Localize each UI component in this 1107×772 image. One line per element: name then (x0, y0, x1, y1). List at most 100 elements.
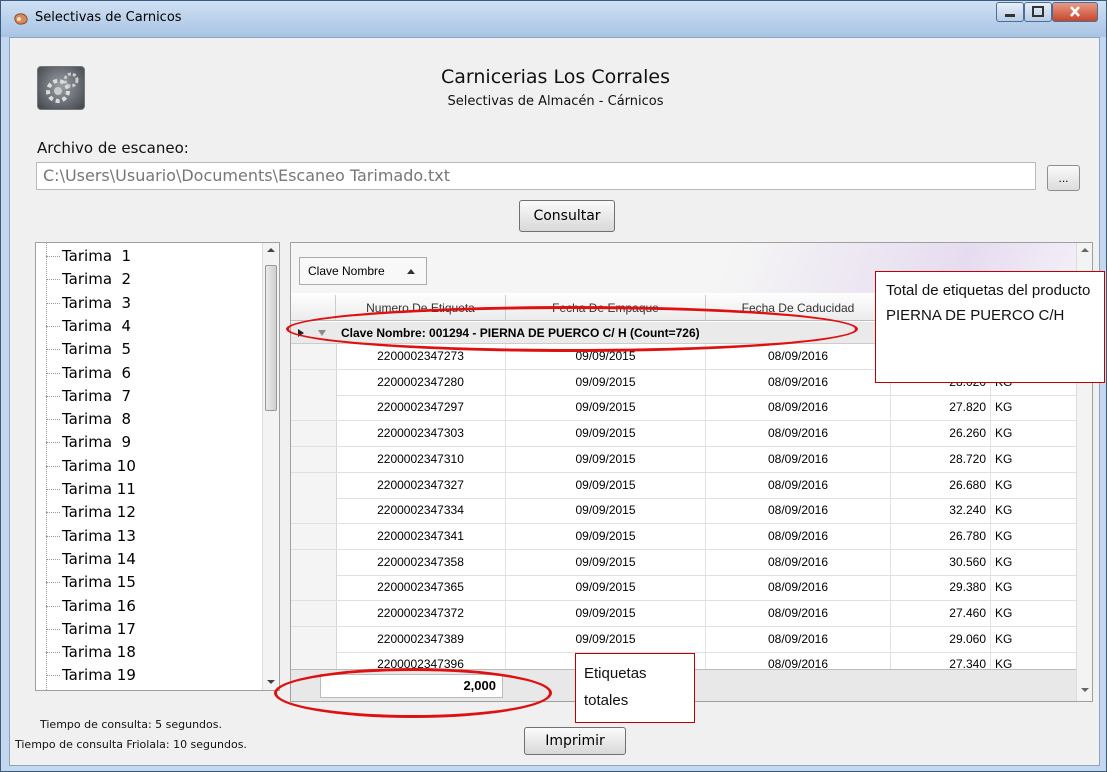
cell-unidad: KG (995, 400, 1013, 415)
status-query-time: Tiempo de consulta: 5 segundos. (40, 718, 222, 731)
tree-connector (46, 325, 60, 327)
cell-empaque: 09/09/2015 (506, 446, 706, 472)
cell-etiqueta: 2200002347389 (336, 626, 506, 652)
tree-item-tarima[interactable]: Tarima 15 (46, 573, 136, 595)
tree-item-tarima[interactable]: Tarima 18 (46, 643, 136, 665)
grid-scroll-up-icon[interactable] (1077, 243, 1093, 257)
tree-item-label: Tarima 18 (62, 643, 136, 662)
tree-scrollbar[interactable] (262, 243, 279, 690)
row-indicator[interactable] (291, 369, 337, 395)
tree-item-tarima[interactable]: Tarima 8 (46, 410, 131, 432)
cell-peso: 26.780 (891, 523, 991, 549)
tree-item-tarima[interactable]: Tarima 14 (46, 550, 136, 572)
cell-etiqueta: 2200002347303 (336, 421, 506, 447)
row-indicator[interactable] (291, 523, 337, 549)
cell-caducidad: 08/09/2016 (706, 498, 891, 524)
cell-caducidad: 08/09/2016 (706, 446, 891, 472)
close-button[interactable] (1052, 2, 1098, 22)
cell-peso: 32.240 (891, 498, 991, 524)
cell-caducidad: 08/09/2016 (706, 575, 891, 601)
tree-item-label: Tarima 5 (62, 340, 132, 359)
table-row[interactable]: 2200002347303 09/09/2015 08/09/2016 26.260 K… (291, 421, 1076, 448)
tree-item-tarima[interactable]: Tarima 5 (46, 340, 131, 362)
cell-peso: 28.720 (891, 446, 991, 472)
minimize-icon (1005, 14, 1015, 17)
table-row[interactable]: 2200002347365 09/09/2015 08/09/2016 29.380 K… (291, 575, 1076, 602)
tree-item-label: Tarima 17 (62, 619, 136, 638)
cell-etiqueta: 2200002347372 (336, 601, 506, 626)
tree-connector (46, 256, 60, 257)
tree-connector (46, 605, 60, 607)
tree-item-tarima[interactable]: Tarima 6 (46, 364, 131, 386)
cell-etiqueta: 2200002347341 (336, 523, 506, 549)
tree-connector (46, 372, 60, 374)
tree-connector (46, 535, 60, 537)
tree-item-label: Tarima 14 (62, 549, 136, 568)
row-indicator[interactable] (291, 395, 337, 421)
title-bar: Selectivas de Carnicos (1, 1, 1106, 37)
row-indicator[interactable] (291, 601, 337, 626)
cell-caducidad: 08/09/2016 (706, 395, 891, 421)
cell-peso: 26.260 (891, 421, 991, 447)
cell-unidad: KG (995, 554, 1013, 569)
tree-item-tarima[interactable]: Tarima 17 (46, 620, 136, 642)
scan-file-path-input[interactable]: C:\Users\Usuario\Documents\Escaneo Tarim… (36, 162, 1036, 190)
close-icon (1070, 6, 1080, 17)
cell-peso: 27.820 (891, 395, 991, 421)
callout-total-line1: Etiquetas (584, 665, 647, 682)
tree-item-tarima[interactable]: Tarima 7 (46, 387, 131, 409)
tree-item-tarima[interactable]: Tarima 16 (46, 597, 136, 619)
print-button[interactable]: Imprimir (524, 727, 626, 755)
pallet-tree: Tarima 1 Tarima 2 Tarima 3 Tarima 4 Tarima 5… (35, 242, 280, 691)
minimize-button[interactable] (996, 2, 1024, 22)
row-indicator[interactable] (291, 498, 337, 524)
maximize-icon (1032, 6, 1044, 17)
page-subtitle: Selectivas de Almacén - Cárnicos (447, 94, 664, 109)
tree-connector (46, 442, 60, 444)
tree-item-tarima[interactable]: Tarima 10 (46, 457, 136, 479)
table-row[interactable]: 2200002347358 09/09/2015 08/09/2016 30.560 K… (291, 549, 1076, 576)
row-indicator[interactable] (291, 344, 337, 369)
browse-button[interactable]: ... (1047, 165, 1080, 191)
cell-peso: 26.680 (891, 472, 991, 498)
tree-item-tarima[interactable]: Tarima 3 (46, 294, 131, 316)
row-indicator[interactable] (291, 472, 337, 498)
table-row[interactable]: 2200002347389 09/09/2015 08/09/2016 29.060 K… (291, 626, 1076, 653)
tree-connector (46, 302, 60, 304)
table-row[interactable]: 2200002347334 09/09/2015 08/09/2016 32.240 K… (291, 498, 1076, 525)
tree-item-tarima[interactable]: Tarima 1 (46, 247, 131, 269)
tree-item-label: Tarima 13 (62, 526, 136, 545)
table-row[interactable]: 2200002347297 09/09/2015 08/09/2016 27.820 K… (291, 395, 1076, 422)
group-chip[interactable]: Clave Nombre (299, 257, 427, 285)
grid-scroll-down-icon[interactable] (1077, 683, 1093, 697)
cell-caducidad: 08/09/2016 (706, 549, 891, 575)
scan-file-label: Archivo de escaneo: (37, 139, 189, 157)
table-row[interactable]: 2200002347310 09/09/2015 08/09/2016 28.720 K… (291, 446, 1076, 473)
consult-button[interactable]: Consultar (519, 200, 615, 232)
table-row[interactable]: 2200002347327 09/09/2015 08/09/2016 26.680 K… (291, 472, 1076, 499)
row-indicator[interactable] (291, 575, 337, 601)
row-indicator[interactable] (291, 549, 337, 575)
cell-unidad: KG (995, 503, 1013, 518)
cell-etiqueta: 2200002347358 (336, 549, 506, 575)
row-indicator[interactable] (291, 446, 337, 472)
tree-connector (46, 349, 60, 351)
cell-unidad: KG (995, 606, 1013, 620)
tree-item-tarima[interactable]: Tarima 12 (46, 503, 136, 525)
meat-icon (14, 13, 28, 25)
row-indicator[interactable] (291, 421, 337, 447)
tree-scroll-thumb[interactable] (265, 265, 277, 411)
maximize-button[interactable] (1024, 2, 1052, 22)
table-row[interactable]: 2200002347372 09/09/2015 08/09/2016 27.460 K… (291, 601, 1076, 627)
tree-item-tarima[interactable]: Tarima 2 (46, 270, 131, 292)
tree-connector (46, 279, 60, 281)
scroll-up-icon[interactable] (263, 243, 279, 257)
cell-etiqueta: 2200002347310 (336, 446, 506, 472)
row-indicator[interactable] (291, 626, 337, 652)
table-row[interactable]: 2200002347341 09/09/2015 08/09/2016 26.780 K… (291, 523, 1076, 550)
tree-item-tarima[interactable]: Tarima 19 (46, 666, 136, 688)
tree-item-tarima[interactable]: Tarima 13 (46, 527, 136, 549)
tree-item-tarima[interactable]: Tarima 4 (46, 317, 131, 339)
tree-item-tarima[interactable]: Tarima 11 (46, 480, 136, 502)
tree-item-tarima[interactable]: Tarima 9 (46, 433, 131, 455)
